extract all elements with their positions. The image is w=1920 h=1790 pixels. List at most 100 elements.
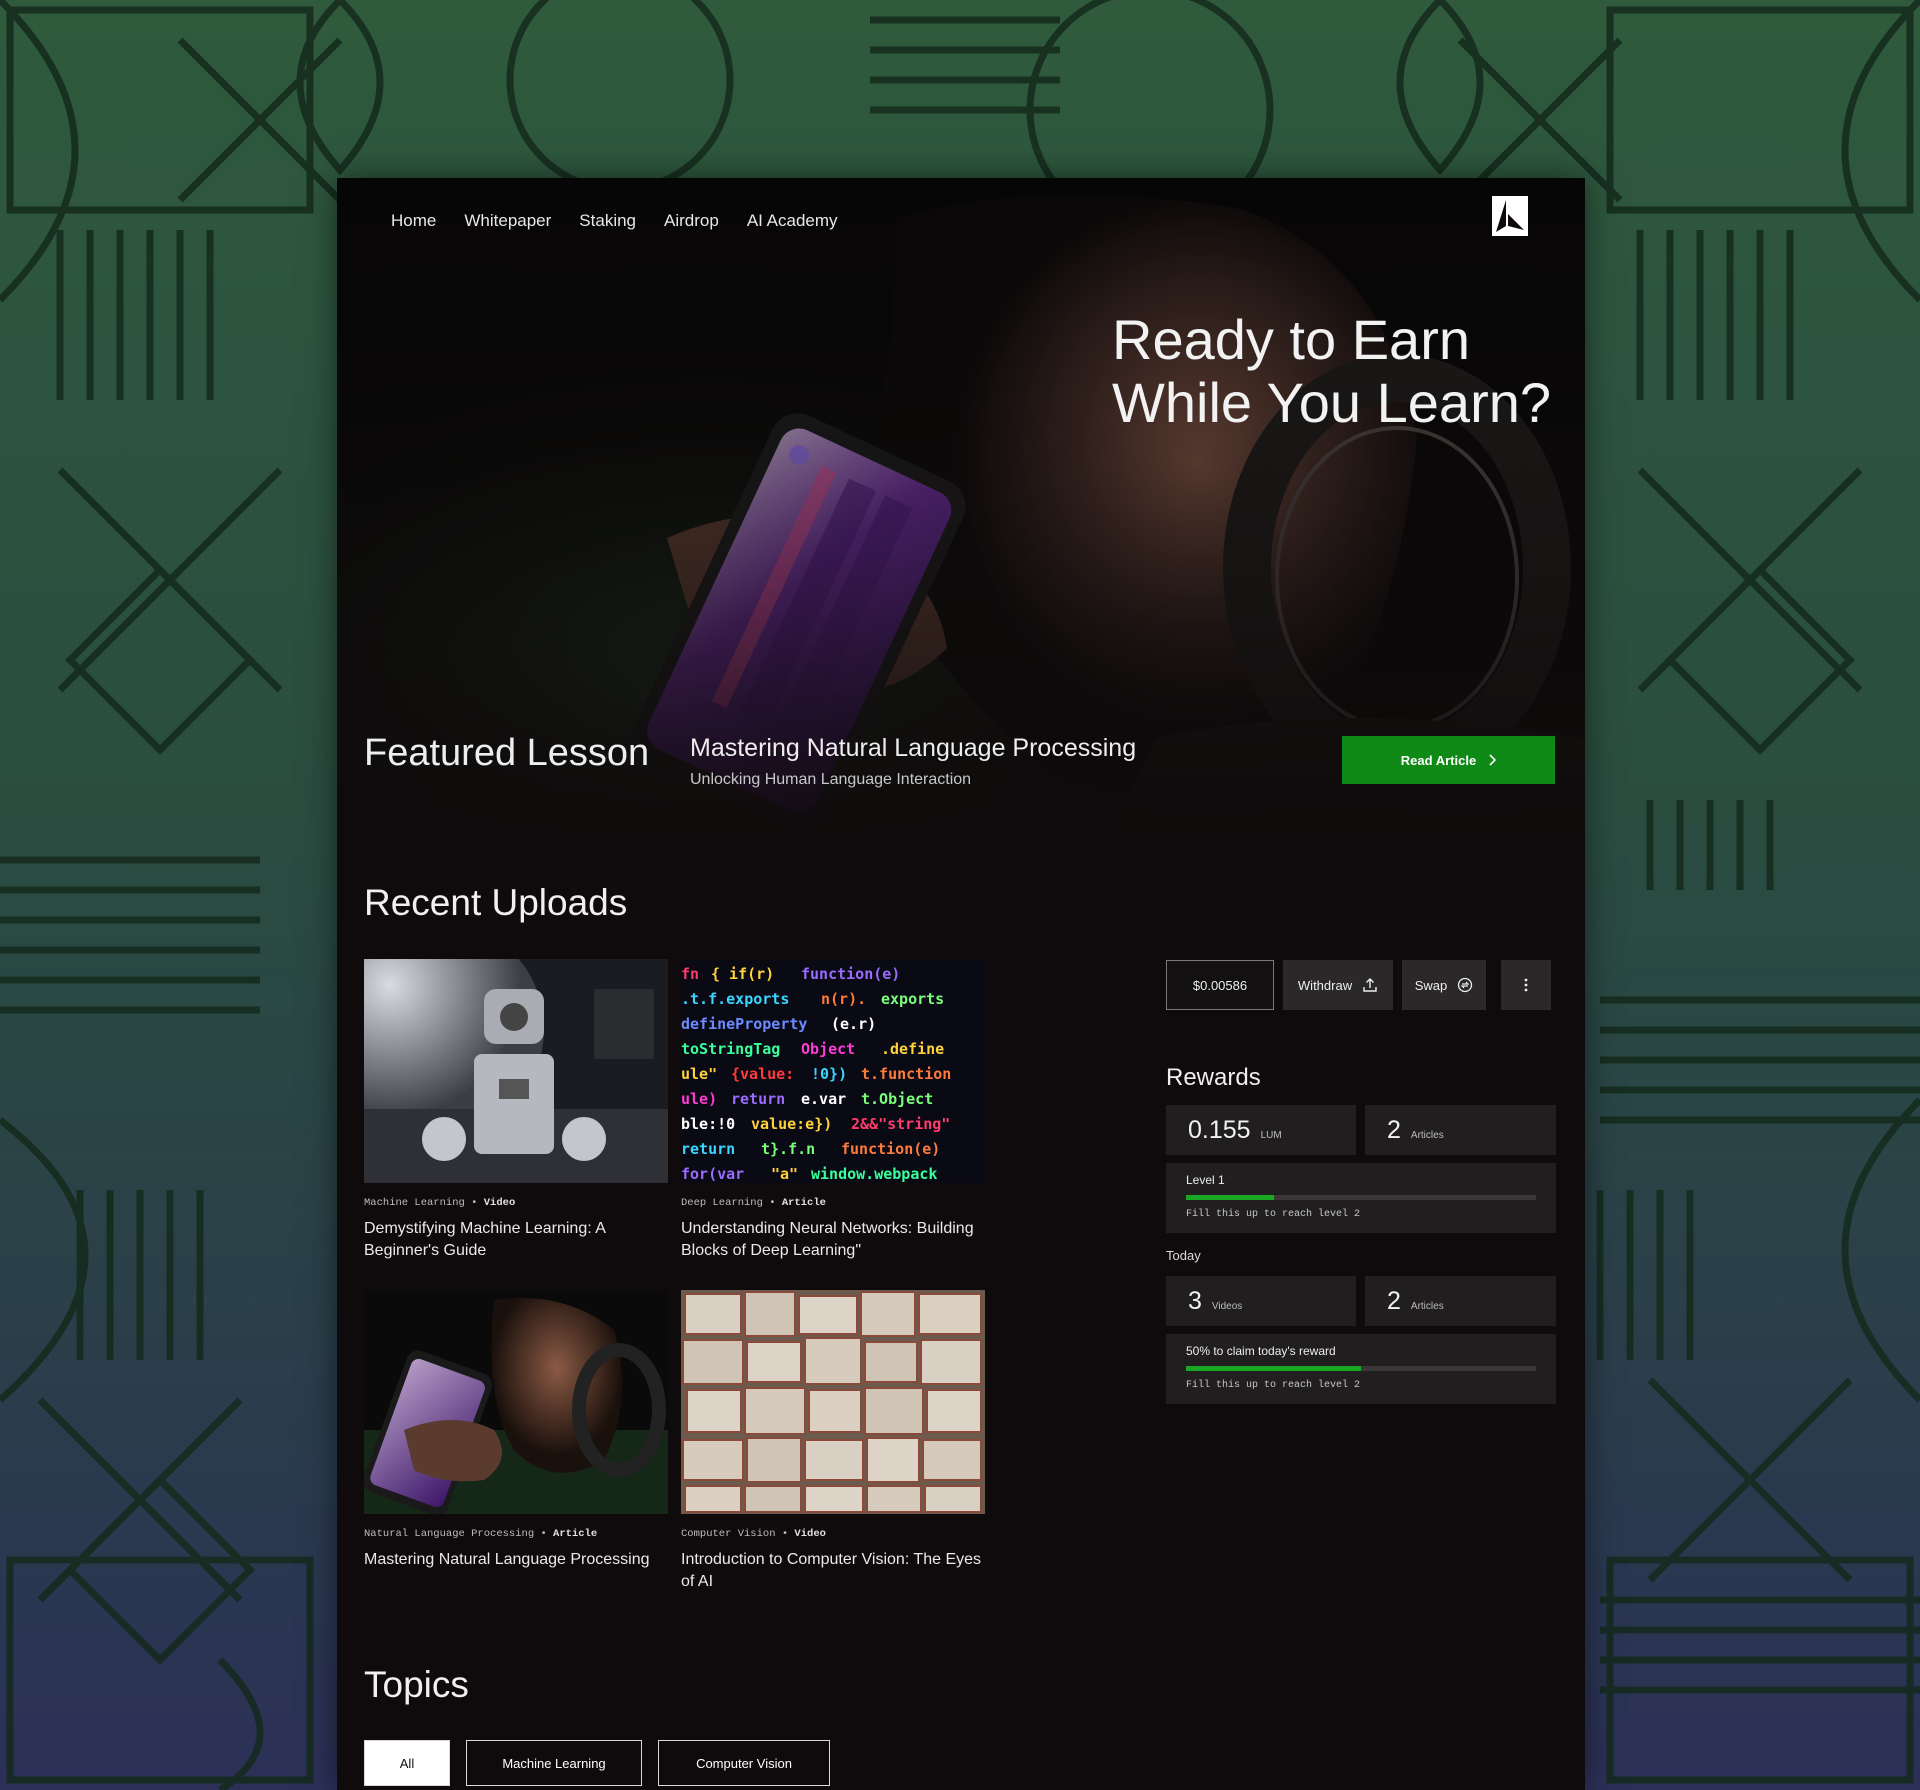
today-title: Today [1166, 1248, 1201, 1263]
today-videos-label: Videos [1211, 1301, 1243, 1312]
card-thumbnail-code: fn { if(r) function(e) .t.f.exports n(r). ex… [681, 959, 985, 1183]
rewards-amount-stat: 0.155 LUM [1166, 1105, 1356, 1155]
today-articles-count: 2 [1387, 1287, 1401, 1315]
more-options-button[interactable] [1501, 960, 1551, 1010]
rewards-articles-stat: 2 Articles [1365, 1105, 1556, 1155]
balance-button[interactable]: $0.00586 [1166, 960, 1274, 1010]
rewards-unit: LUM [1260, 1130, 1282, 1141]
rewards-articles-count: 2 [1387, 1116, 1401, 1144]
svg-text:.define: .define [881, 1040, 944, 1058]
card-title[interactable]: Demystifying Machine Learning: A Beginne… [364, 1218, 668, 1262]
rewards-articles-label: Articles [1410, 1130, 1444, 1141]
svg-text:t.Object: t.Object [861, 1090, 933, 1108]
card-thumbnail-books [681, 1290, 985, 1514]
topic-all[interactable]: All [364, 1740, 450, 1786]
recent-uploads-title: Recent Uploads [364, 882, 628, 923]
svg-text:exports: exports [881, 990, 944, 1008]
level-progress-bar [1186, 1195, 1536, 1200]
card-meta: Computer Vision • Video [681, 1528, 826, 1540]
nav-whitepaper[interactable]: Whitepaper [464, 204, 551, 238]
svg-text:for(var: for(var [681, 1165, 744, 1183]
rewards-title: Rewards [1166, 1064, 1261, 1091]
svg-text:(e.r): (e.r) [831, 1015, 876, 1033]
claim-progress-box: 50% to claim today's reward Fill this up… [1166, 1334, 1556, 1404]
card-meta: Natural Language Processing • Article [364, 1528, 598, 1540]
svg-text:return: return [681, 1140, 735, 1158]
upload-card[interactable]: Machine Learning • Video Demystifying Ma… [364, 959, 668, 1262]
svg-text:"a": "a" [771, 1165, 798, 1183]
featured-lesson-label: Featured Lesson [364, 732, 650, 774]
featured-lesson-title[interactable]: Mastering Natural Language Processing [690, 734, 1136, 763]
card-title[interactable]: Understanding Neural Networks: Building … [681, 1218, 985, 1262]
today-videos-stat: 3 Videos [1166, 1276, 1356, 1326]
svg-text:t}.f.n: t}.f.n [761, 1140, 815, 1158]
today-articles-stat: 2 Articles [1365, 1276, 1556, 1326]
read-article-button[interactable]: Read Article [1342, 736, 1555, 784]
level-hint: Fill this up to reach level 2 [1186, 1209, 1361, 1220]
topic-computer-vision[interactable]: Computer Vision [658, 1740, 830, 1786]
withdraw-button[interactable]: Withdraw [1283, 960, 1393, 1010]
main-nav: Home Whitepaper Staking Airdrop AI Acade… [391, 204, 838, 238]
card-thumbnail-robot [364, 959, 668, 1183]
svg-text:{value:: {value: [731, 1065, 794, 1083]
svg-text:ule): ule) [681, 1090, 717, 1108]
card-meta: Machine Learning • Video [364, 1197, 516, 1209]
today-videos-count: 3 [1188, 1287, 1202, 1315]
svg-text:toStringTag: toStringTag [681, 1040, 780, 1058]
upload-card[interactable]: Computer Vision • Video Introduction to … [681, 1290, 985, 1593]
svg-text:e.var: e.var [801, 1090, 846, 1108]
svg-text:function(e): function(e) [841, 1140, 940, 1158]
nav-home[interactable]: Home [391, 204, 436, 238]
brand-logo-icon[interactable] [1492, 196, 1528, 236]
app-page: Home Whitepaper Staking Airdrop AI Acade… [337, 178, 1585, 1790]
more-vertical-icon [1524, 978, 1528, 992]
svg-text:ule": ule" [681, 1065, 717, 1083]
svg-text:ble:!0: ble:!0 [681, 1115, 735, 1133]
svg-text:window.webpack: window.webpack [811, 1165, 937, 1183]
chevron-right-icon [1489, 754, 1497, 766]
swap-button[interactable]: Swap [1402, 960, 1486, 1010]
card-title[interactable]: Introduction to Computer Vision: The Eye… [681, 1549, 985, 1593]
level-progress-fill [1186, 1195, 1274, 1200]
svg-text:Object: Object [801, 1040, 855, 1058]
upload-card[interactable]: Natural Language Processing • Article Ma… [364, 1290, 668, 1571]
claim-progress-bar [1186, 1366, 1536, 1371]
topics-title: Topics [364, 1664, 469, 1705]
read-article-label: Read Article [1400, 752, 1477, 768]
svg-text:{ if(r): { if(r) [711, 965, 774, 983]
svg-text:n(r).: n(r). [821, 990, 866, 1008]
withdraw-label: Withdraw [1297, 977, 1353, 993]
level-progress-box: Level 1 Fill this up to reach level 2 [1166, 1163, 1556, 1233]
card-thumbnail-nlp [364, 1290, 668, 1514]
rewards-amount: 0.155 [1188, 1116, 1251, 1144]
svg-text:return: return [731, 1090, 785, 1108]
svg-text:2&&"string": 2&&"string" [851, 1115, 950, 1133]
svg-text:defineProperty: defineProperty [681, 1015, 807, 1033]
hero-section: Home Whitepaper Staking Airdrop AI Acade… [337, 178, 1585, 858]
svg-text:value:e}): value:e}) [751, 1115, 832, 1133]
claim-progress-fill [1186, 1366, 1361, 1371]
claim-label: 50% to claim today's reward [1186, 1344, 1336, 1358]
card-meta: Deep Learning • Article [681, 1197, 826, 1209]
card-title[interactable]: Mastering Natural Language Processing [364, 1549, 668, 1571]
svg-text:function(e): function(e) [801, 965, 900, 983]
svg-text:!0}): !0}) [811, 1065, 847, 1083]
nav-staking[interactable]: Staking [579, 204, 636, 238]
swap-icon [1458, 977, 1473, 993]
wallet-actions: $0.00586 Withdraw Swap [1166, 960, 1551, 1010]
nav-ai-academy[interactable]: AI Academy [747, 204, 838, 238]
svg-text:.t.f.exports: .t.f.exports [681, 990, 789, 1008]
claim-hint: Fill this up to reach level 2 [1186, 1380, 1361, 1391]
topic-machine-learning[interactable]: Machine Learning [466, 1740, 642, 1786]
hero-title: Ready to Earn While You Learn? [1112, 308, 1552, 434]
upload-icon [1363, 978, 1377, 992]
swap-label: Swap [1414, 977, 1448, 993]
svg-text:t.function: t.function [861, 1065, 951, 1083]
level-label: Level 1 [1186, 1173, 1225, 1187]
upload-card[interactable]: fn { if(r) function(e) .t.f.exports n(r). ex… [681, 959, 985, 1262]
nav-airdrop[interactable]: Airdrop [664, 204, 719, 238]
topics-filter: All Machine Learning Computer Vision [364, 1740, 830, 1786]
svg-text:fn: fn [681, 965, 699, 983]
today-articles-label: Articles [1410, 1301, 1444, 1312]
featured-lesson-subtitle: Unlocking Human Language Interaction [690, 771, 972, 788]
